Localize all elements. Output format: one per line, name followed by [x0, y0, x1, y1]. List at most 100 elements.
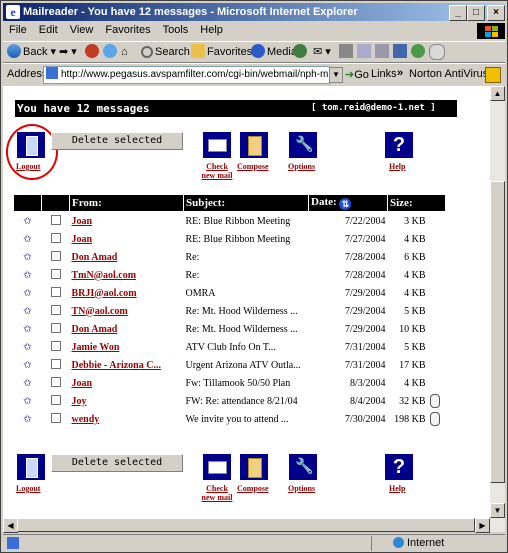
compose-icon[interactable]	[240, 132, 268, 158]
sender-cell[interactable]: TN@aol.com	[70, 302, 184, 320]
table-row[interactable]: ✩ Debbie - Arizona C... Urgent Arizona ATV…	[14, 356, 446, 374]
discuss-icon[interactable]	[375, 44, 391, 60]
date-column-header[interactable]: Date: ⇅	[308, 194, 388, 212]
options-link[interactable]: Options	[288, 162, 315, 171]
menu-view[interactable]: View	[64, 22, 100, 36]
print-icon[interactable]	[339, 44, 355, 60]
logout-link-bottom[interactable]: Logout	[16, 484, 40, 493]
message-checkbox[interactable]	[42, 410, 70, 428]
help-icon-bottom[interactable]: ?	[385, 454, 413, 480]
home-icon[interactable]: ⌂	[121, 44, 128, 60]
links-chevron-icon[interactable]: »	[397, 67, 403, 79]
stop-icon[interactable]	[85, 44, 101, 60]
sender-link[interactable]: Joy	[72, 396, 87, 407]
scroll-up-button[interactable]: ▲	[490, 86, 505, 101]
table-row[interactable]: ✩ Joan Fw: Tillamook 50/50 Plan 8/3/2004 4 K…	[14, 374, 446, 392]
go-button[interactable]: ➔Go	[345, 68, 369, 81]
refresh-icon[interactable]	[103, 44, 119, 60]
size-column-header[interactable]: Size:	[387, 194, 446, 212]
subject-column-header[interactable]: Subject:	[183, 194, 309, 212]
norton-icon[interactable]	[485, 67, 501, 83]
help-link[interactable]: Help	[389, 162, 405, 171]
delete-selected-button[interactable]: Delete selected	[51, 132, 183, 150]
sender-link[interactable]: Joan	[72, 378, 93, 389]
check-new-mail-link[interactable]: Check new mail	[199, 162, 235, 180]
close-button[interactable]: ×	[487, 5, 505, 21]
vertical-scrollbar[interactable]: ▲ ▼	[490, 86, 505, 532]
from-column-header[interactable]: From:	[69, 194, 184, 212]
check-mail-icon-bottom[interactable]	[203, 454, 231, 480]
chat-icon[interactable]	[429, 44, 447, 60]
help-link-bottom[interactable]: Help	[389, 484, 405, 493]
sender-cell[interactable]: Don Amad	[70, 248, 184, 266]
sender-cell[interactable]: Joy	[70, 392, 184, 410]
message-checkbox[interactable]	[42, 320, 70, 338]
sender-link[interactable]: Don Amad	[72, 252, 118, 263]
message-checkbox[interactable]	[42, 248, 70, 266]
table-row[interactable]: ✩ TN@aol.com Re: Mt. Hood Wilderness ... 7/…	[14, 302, 446, 320]
sender-link[interactable]: TN@aol.com	[72, 306, 128, 317]
delete-selected-button-bottom[interactable]: Delete selected	[51, 454, 183, 472]
sender-link[interactable]: BRJI@aol.com	[72, 288, 137, 299]
table-row[interactable]: ✩ Don Amad Re: Mt. Hood Wilderness ... 7/29…	[14, 320, 446, 338]
sender-link[interactable]: Don Amad	[72, 324, 118, 335]
message-checkbox[interactable]	[42, 266, 70, 284]
media-button[interactable]: Media	[251, 44, 297, 60]
address-dropdown-button[interactable]: ▼	[329, 67, 343, 83]
menu-edit[interactable]: Edit	[33, 22, 64, 36]
horizontal-scroll-thumb[interactable]	[17, 518, 475, 532]
search-button[interactable]: Search	[141, 44, 190, 60]
sender-cell[interactable]: BRJI@aol.com	[70, 284, 184, 302]
sender-link[interactable]: Joan	[72, 216, 93, 227]
sender-cell[interactable]: TmN@aol.com	[70, 266, 184, 284]
message-checkbox[interactable]	[42, 284, 70, 302]
mail-icon[interactable]: ✉ ▾	[313, 44, 331, 60]
sender-link[interactable]: wendy	[72, 414, 100, 425]
minimize-button[interactable]: _	[449, 5, 467, 21]
options-link-bottom[interactable]: Options	[288, 484, 315, 493]
table-row[interactable]: ✩ TmN@aol.com Re: 7/28/2004 4 KB	[14, 266, 446, 284]
history-icon[interactable]	[293, 44, 309, 60]
options-icon-bottom[interactable]: 🔧	[289, 454, 317, 480]
sender-cell[interactable]: Joan	[70, 374, 184, 392]
forward-button[interactable]: ➡ ▾	[59, 44, 77, 60]
message-checkbox[interactable]	[42, 392, 70, 410]
links-button[interactable]: Links	[371, 68, 397, 80]
sender-cell[interactable]: Jamie Won	[70, 338, 184, 356]
message-checkbox[interactable]	[42, 230, 70, 248]
message-checkbox[interactable]	[42, 356, 70, 374]
messenger-icon[interactable]	[411, 44, 427, 60]
message-checkbox[interactable]	[42, 302, 70, 320]
sender-cell[interactable]: Joan	[70, 230, 184, 248]
norton-antivirus-button[interactable]: Norton AntiVirus	[409, 68, 488, 80]
address-input[interactable]: http://www.pegasus.avspamfilter.com/cgi-…	[43, 66, 330, 84]
check-mail-icon[interactable]	[203, 132, 231, 158]
table-row[interactable]: ✩ Jamie Won ATV Club Info On T... 7/31/2004…	[14, 338, 446, 356]
sender-cell[interactable]: Debbie - Arizona C...	[70, 356, 184, 374]
sender-cell[interactable]: Don Amad	[70, 320, 184, 338]
table-row[interactable]: ✩ wendy We invite you to attend ... 7/30/20…	[14, 410, 446, 428]
menu-tools[interactable]: Tools	[157, 22, 195, 36]
compose-link[interactable]: Compose	[237, 162, 269, 171]
vertical-scroll-thumb[interactable]	[490, 181, 505, 483]
compose-icon-bottom[interactable]	[240, 454, 268, 480]
scroll-down-button[interactable]: ▼	[490, 503, 505, 518]
back-button[interactable]: Back ▾	[7, 44, 56, 60]
sender-cell[interactable]: wendy	[70, 410, 184, 428]
horizontal-scrollbar[interactable]: ◀ ▶	[3, 518, 490, 533]
table-row[interactable]: ✩ Joan RE: Blue Ribbon Meeting 7/22/2004 3 K…	[14, 212, 446, 231]
table-row[interactable]: ✩ Joan RE: Blue Ribbon Meeting 7/27/2004 4 K…	[14, 230, 446, 248]
message-checkbox[interactable]	[42, 338, 70, 356]
logout-icon-bottom[interactable]	[17, 454, 45, 480]
sort-arrows-icon[interactable]: ⇅	[339, 198, 352, 210]
check-new-mail-link-bottom[interactable]: Check new mail	[199, 484, 235, 502]
help-icon[interactable]: ?	[385, 132, 413, 158]
message-checkbox[interactable]	[42, 374, 70, 392]
table-row[interactable]: ✩ Don Amad Re: 7/28/2004 6 KB	[14, 248, 446, 266]
sender-cell[interactable]: Joan	[70, 212, 184, 231]
edit-icon[interactable]	[357, 44, 373, 60]
compose-link-bottom[interactable]: Compose	[237, 484, 269, 493]
scroll-left-button[interactable]: ◀	[3, 518, 18, 533]
sender-link[interactable]: Debbie - Arizona C...	[72, 360, 161, 371]
favorites-button[interactable]: Favorites	[191, 44, 252, 60]
